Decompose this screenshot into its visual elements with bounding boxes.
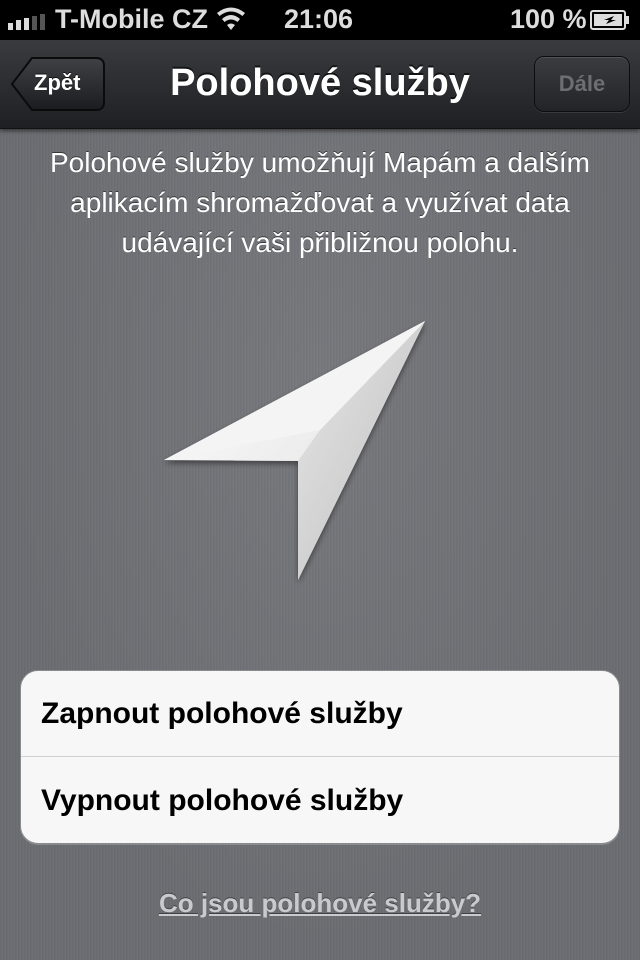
status-time: 21:06	[284, 4, 354, 34]
battery-percent: 100 %	[510, 4, 587, 34]
description-text: Polohové služby umožňují Mapám a dalším …	[49, 147, 591, 258]
enable-location-services-option[interactable]: Zapnout polohové služby	[21, 671, 619, 757]
carrier-name: T-Mobile CZ	[55, 4, 208, 34]
battery-charging-icon	[590, 10, 629, 30]
signal-bars-icon	[8, 14, 45, 30]
location-services-help-link[interactable]: Co jsou polohové služby?	[0, 888, 640, 919]
wifi-icon	[217, 7, 245, 30]
status-bar: T-Mobile CZ 21:06 100 %	[0, 0, 640, 40]
location-options-group: Zapnout polohové služby Vypnout polohové…	[20, 670, 620, 844]
location-arrow-icon	[164, 321, 425, 580]
disable-location-services-option[interactable]: Vypnout polohové služby	[21, 758, 619, 843]
next-button[interactable]: Dále	[534, 56, 630, 112]
navigation-bar: Zpět Polohové služby Dále	[0, 40, 640, 129]
